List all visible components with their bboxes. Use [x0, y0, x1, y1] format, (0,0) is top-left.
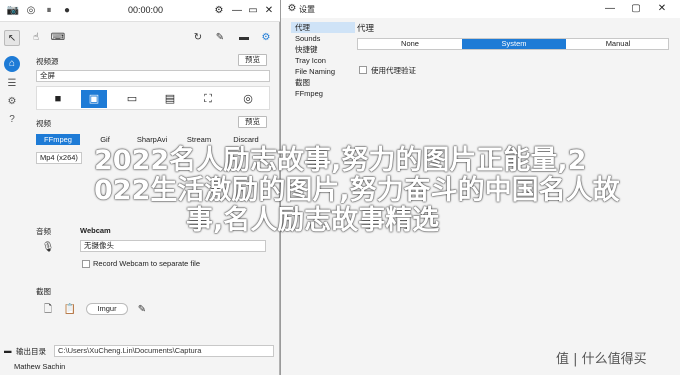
- settings-nav: 代理 Sounds 快捷键 Tray Icon File Naming 截图 F…: [291, 22, 355, 99]
- minimize-button[interactable]: —: [230, 4, 244, 18]
- nav-item-hotkeys[interactable]: 快捷键: [291, 44, 355, 55]
- format-tabs: FFmpeg Gif SharpAvi Stream Discard: [36, 134, 270, 145]
- overlay-line-2: 022生活激励的图片,努力奋斗的中国名人故: [94, 175, 620, 206]
- video-source-label: 视频源: [36, 57, 59, 66]
- format-stream[interactable]: Stream: [177, 134, 221, 145]
- use-auth-label: 使用代理验证: [371, 66, 416, 75]
- format-sharpavi[interactable]: SharpAvi: [130, 134, 174, 145]
- overlay-caption: 2022名人励志故事,努力的图片正能量,2 022生活激励的图片,努力奋斗的中国…: [94, 145, 620, 236]
- watermark: 值 | 什么值得买: [556, 352, 647, 367]
- settings-gear-small-icon: ⚙: [287, 3, 297, 14]
- video-mode-icon[interactable]: ■: [45, 90, 71, 108]
- pause-icon[interactable]: ⏸: [42, 4, 56, 18]
- author-credit: Mathew Sachin: [14, 362, 66, 371]
- settings-icon[interactable]: ⚙: [4, 94, 20, 110]
- format-ffmpeg[interactable]: FFmpeg: [36, 134, 80, 145]
- settings-title: 设置: [299, 5, 315, 14]
- settings-maximize-button[interactable]: ▢: [629, 2, 643, 16]
- timer: 00:00:00: [128, 5, 164, 15]
- source-mode-bar: ■ ▣ ▭ ▤ ⛶ ◎: [36, 86, 270, 110]
- record-icon[interactable]: ●: [60, 4, 74, 18]
- edit-pen-icon[interactable]: ✎: [134, 302, 150, 318]
- settings-minimize-button[interactable]: —: [603, 2, 617, 16]
- gamepad-icon[interactable]: ◎: [235, 90, 261, 108]
- microphone-icon[interactable]: 🎙: [40, 240, 56, 256]
- proxy-mode-tabs: None System Manual: [357, 38, 669, 50]
- proxy-manual-tab[interactable]: Manual: [566, 39, 670, 49]
- output-path-field[interactable]: C:\Users\XuCheng.Lin\Documents\Captura: [54, 345, 274, 357]
- nav-item-screenshot[interactable]: 截图: [291, 77, 355, 88]
- screenshot-label: 截图: [36, 287, 51, 296]
- use-auth-checkbox[interactable]: [359, 66, 367, 74]
- webcam-select[interactable]: 无摄像头: [80, 240, 266, 252]
- camera-icon[interactable]: 📷: [6, 4, 20, 18]
- expand-button[interactable]: ▭: [246, 4, 260, 18]
- sidebar: ⌂ ☰ ⚙ ?: [0, 52, 24, 332]
- nav-item-file-naming[interactable]: File Naming: [291, 66, 355, 77]
- folder-small-icon[interactable]: ▬: [4, 346, 12, 355]
- nav-item-ffmpeg[interactable]: FFmpeg: [291, 88, 355, 99]
- audio-label: 音频: [36, 227, 51, 236]
- cursor-icon[interactable]: ↖: [4, 30, 20, 46]
- toolbar: ↖ ☝ ⌨ ↻ ✎ ▬ ⚙: [0, 30, 280, 48]
- clipboard-icon[interactable]: 📋: [62, 302, 78, 318]
- pen-icon[interactable]: ✎: [212, 30, 228, 46]
- proxy-system-tab[interactable]: System: [462, 39, 566, 49]
- help-icon[interactable]: ?: [4, 112, 20, 128]
- list-icon[interactable]: ☰: [4, 76, 20, 92]
- output-label: 输出目录: [16, 347, 46, 356]
- gear-icon[interactable]: ⚙: [258, 30, 274, 46]
- nav-item-sounds[interactable]: Sounds: [291, 33, 355, 44]
- file-icon[interactable]: 🗋: [40, 302, 56, 318]
- home-icon[interactable]: ⌂: [4, 56, 20, 72]
- keyboard-icon[interactable]: ⌨: [50, 30, 66, 46]
- record-webcam-label: Record Webcam to separate file: [93, 259, 200, 268]
- codec-field[interactable]: Mp4 (x264): [36, 152, 82, 164]
- video-label: 视频: [36, 119, 51, 128]
- format-gif[interactable]: Gif: [83, 134, 127, 145]
- settings-titlebar: ⚙ 设置 — ▢ ✕: [281, 0, 680, 18]
- title-bar: 📷 ◎ ⏸ ● 00:00:00 ⚙ — ▭ ✕: [0, 0, 280, 22]
- source-preview-button[interactable]: 预览: [238, 54, 267, 66]
- overlay-line-3: 事,名人励志故事精选: [186, 205, 440, 236]
- imgur-button[interactable]: Imgur: [86, 303, 128, 315]
- nav-item-tray-icon[interactable]: Tray Icon: [291, 55, 355, 66]
- screen-mode-icon[interactable]: ▣: [81, 90, 107, 108]
- settings-gear-icon[interactable]: ⚙: [212, 4, 226, 18]
- source-field[interactable]: 全屏: [36, 70, 270, 82]
- overlay-line-1: 2022名人励志故事,努力的图片正能量,2: [94, 145, 587, 176]
- folder-icon[interactable]: ▬: [236, 30, 252, 46]
- refresh-icon[interactable]: ↻: [190, 30, 206, 46]
- record-webcam-checkbox[interactable]: [82, 260, 90, 268]
- output-bar: ▬ 输出目录 C:\Users\XuCheng.Lin\Documents\Ca…: [0, 345, 280, 357]
- screenshot-icon[interactable]: ◎: [24, 4, 38, 18]
- video-preview-button[interactable]: 预览: [238, 116, 267, 128]
- settings-close-button[interactable]: ✕: [655, 2, 669, 16]
- region-icon[interactable]: ⛶: [195, 90, 221, 108]
- window-icon[interactable]: ▤: [157, 90, 183, 108]
- click-icon[interactable]: ☝: [28, 30, 44, 46]
- close-button[interactable]: ✕: [262, 4, 276, 18]
- monitor-icon[interactable]: ▭: [119, 90, 145, 108]
- format-discard[interactable]: Discard: [224, 134, 268, 145]
- proxy-none-tab[interactable]: None: [358, 39, 462, 49]
- settings-heading: 代理: [357, 23, 375, 33]
- nav-item-proxy[interactable]: 代理: [291, 22, 355, 33]
